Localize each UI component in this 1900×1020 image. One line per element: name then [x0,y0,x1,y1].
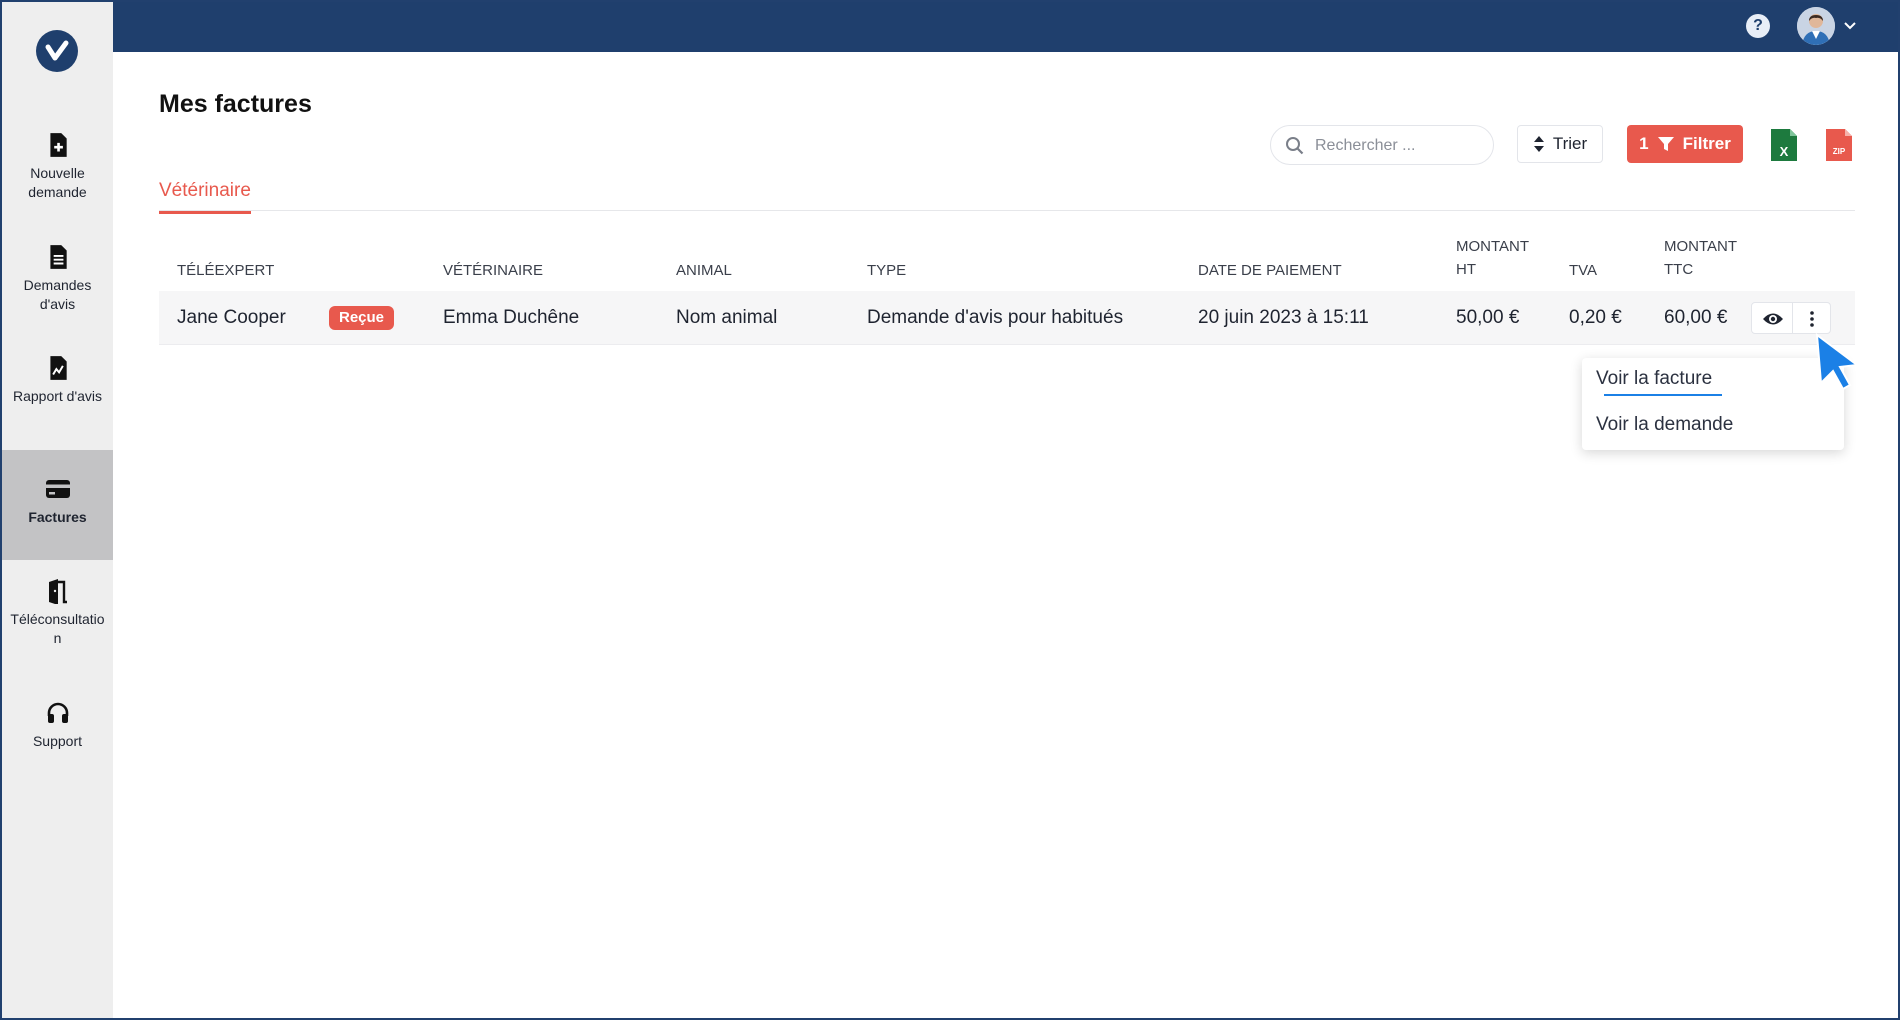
column-header-montant-ht-line1: MONTANT [1456,238,1530,255]
sidebar: Nouvelle demande Demandes d'avis Rapport… [2,2,113,1018]
column-header-teleexpert[interactable]: TÉLÉEXPERT [177,259,274,282]
cell-veterinaire: Emma Duchêne [443,307,580,328]
status-badge: Reçue [329,306,395,330]
avatar[interactable] [1797,7,1835,45]
actions-divider [1792,303,1793,333]
cell-type: Demande d'avis pour habitués [867,307,1124,328]
column-header-date-paiement[interactable]: DATE DE PAIEMENT [1198,259,1342,282]
column-header-tva[interactable]: TVA [1569,259,1597,282]
menu-item-voir-facture[interactable]: Voir la facture [1596,368,1712,390]
sidebar-item-nouvelle-demande[interactable]: Nouvelle demande [2,132,113,242]
cell-animal: Nom animal [676,307,778,328]
column-header-veterinaire[interactable]: VÉTÉRINAIRE [443,259,543,282]
search-input[interactable] [1315,134,1485,158]
filter-count: 1 [1639,134,1649,153]
excel-export-icon[interactable]: X [1770,128,1798,162]
credit-card-icon [45,480,70,498]
more-vertical-icon[interactable] [1804,309,1820,329]
file-plus-icon [49,133,67,157]
column-header-montant-ht-line2: HT [1456,261,1476,278]
chevron-down-icon[interactable] [1842,17,1858,33]
sidebar-item-teleconsultation[interactable]: Téléconsultation [2,578,113,688]
column-header-montant-ttc-line2: TTC [1664,261,1694,278]
column-header-animal[interactable]: ANIMAL [676,259,732,282]
page-title: Mes factures [159,90,312,118]
sidebar-item-label: Support [32,733,83,749]
search-icon [1286,137,1304,155]
logo-v-icon [45,40,69,61]
cell-date-paiement: 20 juin 2023 à 15:11 [1198,307,1369,328]
door-exit-icon [48,579,67,604]
eye-icon[interactable] [1762,309,1784,329]
menu-item-hover-underline [1604,394,1722,396]
menu-item-voir-demande[interactable]: Voir la demande [1596,414,1733,436]
sidebar-item-label: Factures [28,509,87,525]
filter-button-label: Filtrer [1682,134,1731,153]
zip-export-label: ZIP [1833,147,1846,156]
sidebar-item-factures[interactable]: Factures [2,450,113,560]
funnel-icon [1657,137,1674,151]
sidebar-item-label: Nouvelle demande [28,165,87,200]
sidebar-item-label: Demandes d'avis [23,277,92,312]
table-row[interactable]: Jane Cooper Reçue Emma Duchêne Nom anima… [159,291,1855,345]
file-chart-icon [49,356,67,380]
tab-veterinaire[interactable]: Vétérinaire [159,180,251,214]
logo[interactable] [36,30,78,72]
zip-export-icon[interactable]: ZIP [1825,128,1853,162]
row-actions [1751,302,1831,334]
help-icon[interactable]: ? [1746,14,1770,38]
filter-button[interactable]: 1 Filtrer [1627,125,1743,163]
mouse-cursor-icon [1815,332,1860,390]
cell-teleexpert: Jane Cooper [177,307,286,328]
column-header-montant-ttc[interactable]: MONTANT TTC [1664,235,1737,281]
column-header-type[interactable]: TYPE [867,259,906,282]
top-bar: ? [2,2,1898,52]
search-box[interactable] [1270,125,1494,165]
sidebar-item-label: Rapport d'avis [12,388,103,404]
sort-button[interactable]: Trier [1517,125,1603,163]
cell-montant-ttc: 60,00 € [1664,307,1728,328]
sidebar-item-demandes-avis[interactable]: Demandes d'avis [2,244,113,354]
app-window: ? Nouvelle demande Demandes d'avis Rappo… [0,0,1900,1020]
column-header-montant-ht[interactable]: MONTANT HT [1456,235,1529,281]
sort-button-label: Trier [1552,134,1588,153]
cell-tva: 0,20 € [1569,307,1622,328]
file-text-icon [49,245,67,269]
cell-montant-ht: 50,00 € [1456,307,1520,328]
sidebar-item-rapport-avis[interactable]: Rapport d'avis [2,355,113,465]
column-header-montant-ttc-line1: MONTANT [1664,238,1738,255]
headphones-icon [47,702,68,723]
tab-divider [159,210,1855,211]
excel-export-letter: X [1780,144,1789,159]
row-action-menu: Voir la facture Voir la demande [1582,358,1844,450]
sort-icon [1533,136,1544,152]
sidebar-item-support[interactable]: Support [2,700,113,810]
sidebar-item-label: Téléconsultation [10,611,105,646]
